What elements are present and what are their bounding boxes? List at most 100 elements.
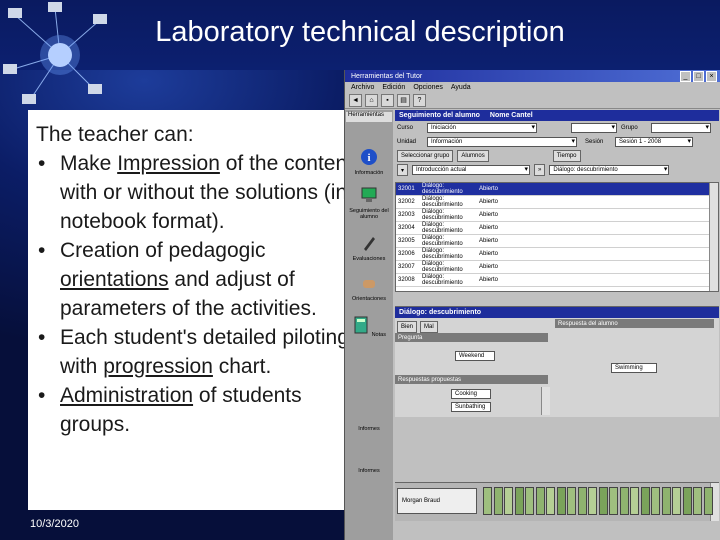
progress-tile[interactable] [525,487,534,515]
row-id: 32003 [398,212,415,218]
progress-tile[interactable] [588,487,597,515]
filter-apply-button[interactable]: » [534,164,546,176]
bullet-item: Creation of pedagogic orientations and a… [36,236,356,323]
toolbar: ◄ ⌂ ▪ ▤ ? [345,92,720,109]
progress-tile[interactable] [546,487,555,515]
sidebar-item-evaluations[interactable]: Evaluaciones [345,234,393,262]
sidebar-item-reports-2[interactable]: Informes [345,468,393,474]
menu-opciones[interactable]: Opciones [413,84,443,91]
window-titlebar: Herramientas del Tutor _ □ × [345,70,720,82]
bullet-link[interactable]: Impression [117,152,220,175]
course-row: Curso Iniciación Grupo [395,121,719,135]
table-row[interactable]: 32001 Diálogo: descubrimiento Abierto [396,183,718,196]
progress-tile[interactable] [630,487,639,515]
tab-bien[interactable]: Bien [397,321,418,333]
row-state: Abierto [479,264,499,270]
question-field[interactable]: Weekend [455,351,495,361]
home-icon[interactable]: ⌂ [365,93,378,107]
maximize-button[interactable]: □ [693,70,704,82]
proposed-scrollbar[interactable] [541,387,550,415]
progress-tile[interactable] [556,487,566,515]
progress-tile[interactable] [598,487,608,515]
tab-mal[interactable]: Mal [420,321,438,333]
student-box[interactable]: Morgan Braud [397,488,477,514]
menu-edicion[interactable]: Edición [382,84,405,91]
sidebar-item-reports[interactable]: Informes [345,426,393,432]
sidebar-item-info[interactable]: i Información [345,148,393,176]
print-icon[interactable]: ▤ [397,93,410,107]
table-row[interactable]: 32004 Diálogo: descubrimiento Abierto [396,222,718,235]
progress-tile[interactable] [609,487,618,515]
row-state: Abierto [479,212,499,218]
progress-tile[interactable] [577,487,587,515]
unit-row: Unidad Información Sesión Sesión 1 - 200… [395,135,719,149]
pen-icon [364,237,375,251]
slide-title: Laboratory technical description [155,16,565,48]
main-panel: Seguimiento del alumno Nome Cantel Curso… [395,110,719,540]
help-icon[interactable]: ? [413,93,426,107]
table-row[interactable]: 32008 Diálogo: descubrimiento Abierto [396,274,718,287]
progress-tile[interactable] [493,487,503,515]
sidebar-item-label: Informes [358,468,380,474]
bullet-link[interactable]: orientations [60,268,169,291]
table-row[interactable]: 32002 Diálogo: descubrimiento Abierto [396,196,718,209]
back-icon[interactable]: ◄ [349,93,362,107]
progress-tile[interactable] [535,487,545,515]
dialog-tabs: Bien Mal [397,321,438,333]
sidebar-item-notes[interactable]: Notas [345,316,393,338]
lead-text: The teacher can: [36,123,194,146]
progress-tile[interactable] [682,487,692,515]
group-select[interactable] [651,123,711,133]
progress-tile[interactable] [504,487,513,515]
progress-tile[interactable] [514,487,524,515]
minimize-button[interactable]: _ [680,70,691,82]
close-button[interactable]: × [706,70,717,82]
progress-tile[interactable] [619,487,629,515]
sidebar-item-orientations[interactable]: Orientaciones [345,274,393,302]
progress-tile[interactable] [672,487,681,515]
progress-tile[interactable] [640,487,650,515]
table-row[interactable]: 32007 Diálogo: descubrimiento Abierto [396,261,718,274]
bullet-text-pre: Make [60,152,118,175]
progress-tile[interactable] [567,487,576,515]
row-id: 32006 [398,251,415,257]
calculator-icon [354,316,368,334]
sidebar-item-label: Orientaciones [352,296,386,302]
menu-bar: Archivo Edición Opciones Ayuda [345,82,720,92]
menu-archivo[interactable]: Archivo [351,84,374,91]
student-answer-field[interactable]: Swimming [611,363,657,373]
bullet-link[interactable]: Administration [60,384,193,407]
unit-select[interactable]: Información [427,137,577,147]
filter-toggle-button[interactable]: ▾ [397,164,409,176]
progress-tile[interactable] [703,487,713,515]
sidebar-item-label: Informes [358,426,380,432]
progress-tile[interactable] [693,487,702,515]
activity-filter-select[interactable]: Diálogo: descubrimiento [549,165,670,175]
session-select[interactable]: Sesión 1 - 2008 [615,137,693,147]
time-button[interactable]: Tiempo [552,150,581,162]
table-row[interactable]: 32006 Diálogo: descubrimiento Abierto [396,248,718,261]
progress-tile[interactable] [483,487,492,515]
course-aux-select[interactable] [571,123,617,133]
sidebar-item-tracking[interactable]: Seguimiento del alumno [345,186,393,220]
proposed-answer-1[interactable]: Cooking [451,389,491,399]
progress-tile[interactable] [651,487,660,515]
filter-select[interactable]: Introducción actual [412,165,531,175]
bullet-item: Each student's detailed piloting with pr… [36,323,356,381]
table-row[interactable]: 32003 Diálogo: descubrimiento Abierto [396,209,718,222]
select-group-button[interactable]: Seleccionar grupo [397,150,454,162]
course-select[interactable]: Iniciación [427,123,537,133]
bullet-link[interactable]: progression [103,355,213,378]
table-row[interactable]: 32005 Diálogo: descubrimiento Abierto [396,235,718,248]
save-icon[interactable]: ▪ [381,93,394,107]
bullet-list: Make Impression of the content with or w… [36,149,356,439]
proposed-answer-2[interactable]: Sunbathing [451,402,491,412]
row-id: 32007 [398,264,415,270]
table-scrollbar[interactable] [709,183,718,291]
students-button[interactable]: Alumnos [457,150,489,162]
progress-tile[interactable] [661,487,671,515]
tracking-header: Seguimiento del alumno Nome Cantel [395,110,719,121]
row-activity: Diálogo: descubrimiento [422,274,463,286]
row-activity: Diálogo: descubrimiento [422,248,463,260]
menu-ayuda[interactable]: Ayuda [451,84,471,91]
